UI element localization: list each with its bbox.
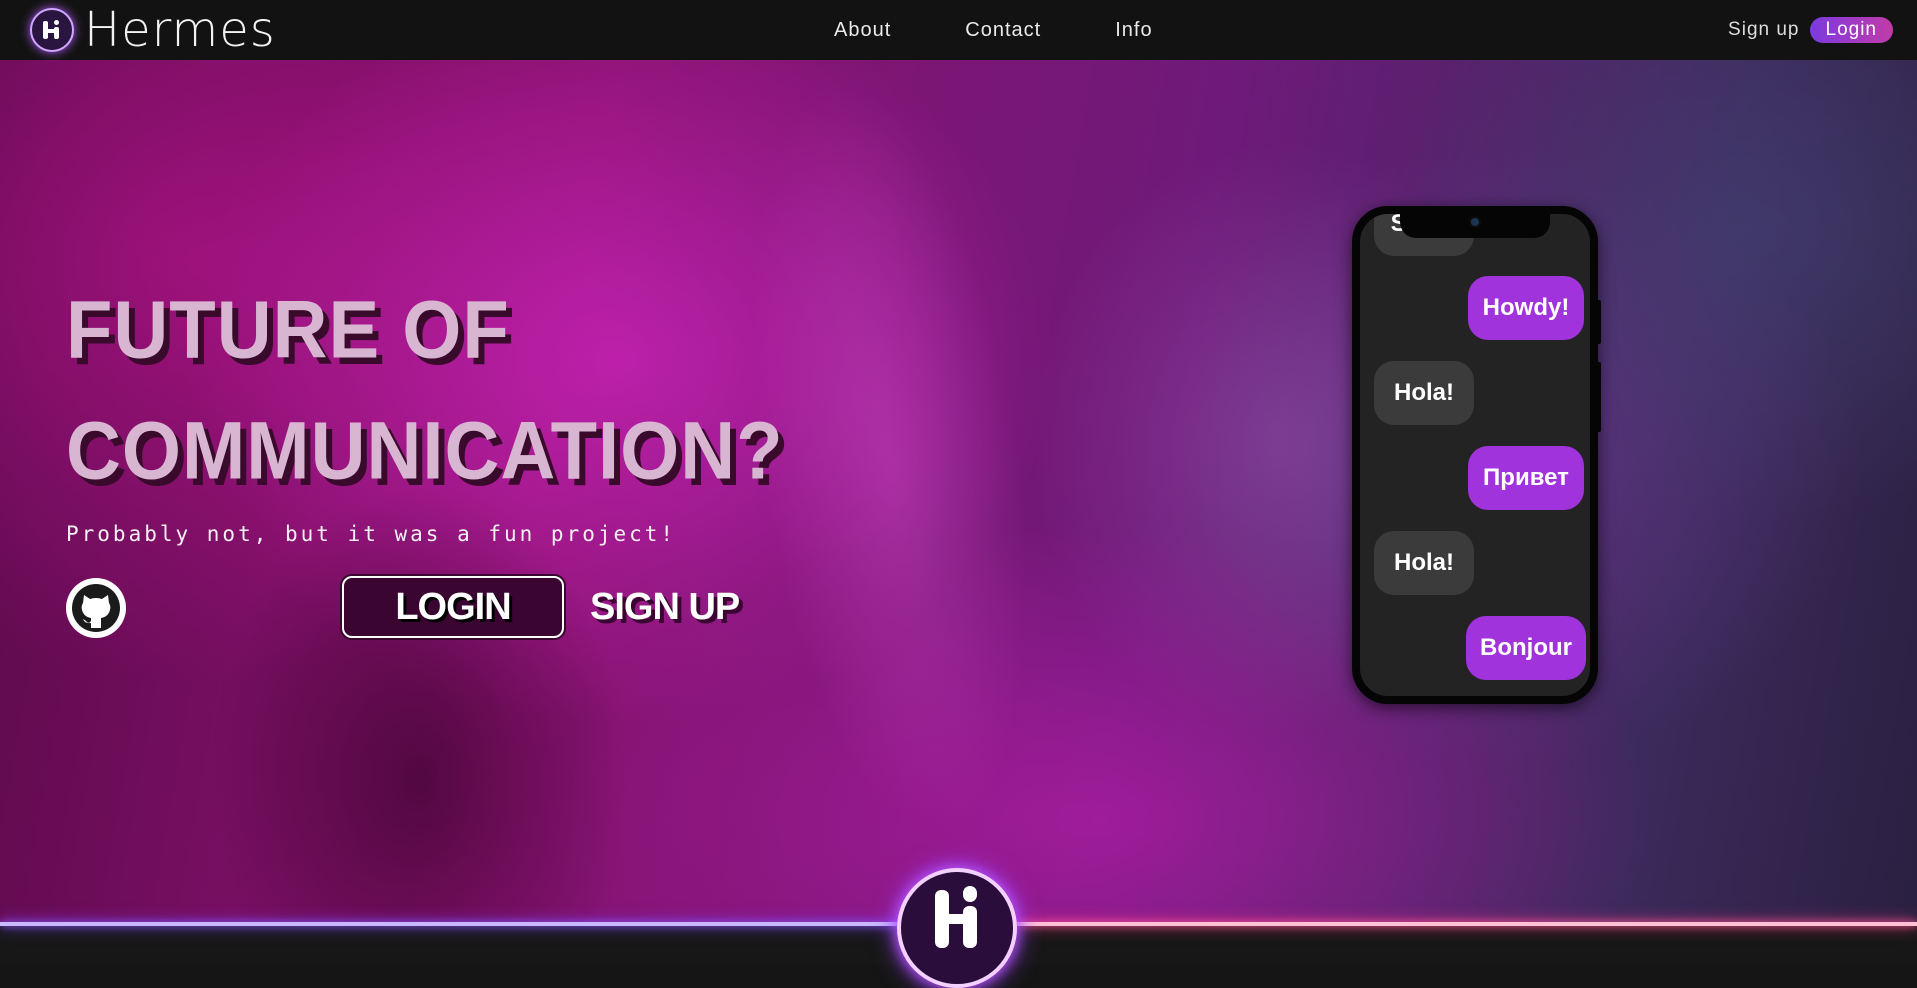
- hero-title-line2: COMMUNICATION?: [66, 405, 784, 497]
- github-link[interactable]: [66, 578, 126, 638]
- github-icon: [72, 584, 120, 632]
- chat-bubble-incoming: Hola!: [1374, 531, 1474, 595]
- phone-notch: [1400, 214, 1550, 238]
- hero-login-button[interactable]: LOGIN: [342, 576, 564, 638]
- chat-bubble-outgoing: Howdy!: [1468, 276, 1584, 340]
- nav-link-about[interactable]: About: [834, 19, 891, 42]
- camera-icon: [1469, 216, 1481, 228]
- brand-name: Hermes: [84, 2, 276, 58]
- nav-signup-link[interactable]: Sign up: [1728, 19, 1799, 41]
- chat-bubble-outgoing: Привет: [1468, 446, 1584, 510]
- nav-link-contact[interactable]: Contact: [965, 19, 1041, 42]
- hero-title: FUTURE OF COMMUNICATION?: [66, 270, 783, 512]
- neon-divider-right: [1017, 922, 1917, 926]
- hero-title-line1: FUTURE OF: [66, 284, 510, 376]
- brand[interactable]: Hermes: [30, 5, 276, 55]
- top-navbar: Hermes About Contact Info Sign up Login: [0, 0, 1917, 60]
- chat-bubble-outgoing: Bonjour: [1466, 616, 1586, 680]
- nav-auth: Sign up Login: [1728, 0, 1893, 60]
- hero-subtitle: Probably not, but it was a fun project!: [66, 522, 677, 546]
- phone-side-button: [1596, 362, 1601, 432]
- phone-side-button: [1596, 300, 1601, 344]
- phone-mockup: Salut! Howdy! Hola! Привет Hola! Bonjour: [1352, 206, 1598, 704]
- nav-login-button[interactable]: Login: [1809, 17, 1893, 43]
- hermes-logo-icon: [30, 8, 74, 52]
- hero-signup-button[interactable]: SIGN UP: [590, 576, 740, 638]
- neon-divider-left: [0, 922, 900, 926]
- chat-bubble-incoming: Hola!: [1374, 361, 1474, 425]
- nav-link-info[interactable]: Info: [1115, 19, 1152, 42]
- hermes-logo-icon[interactable]: [897, 868, 1017, 988]
- main-nav: About Contact Info: [834, 0, 1227, 60]
